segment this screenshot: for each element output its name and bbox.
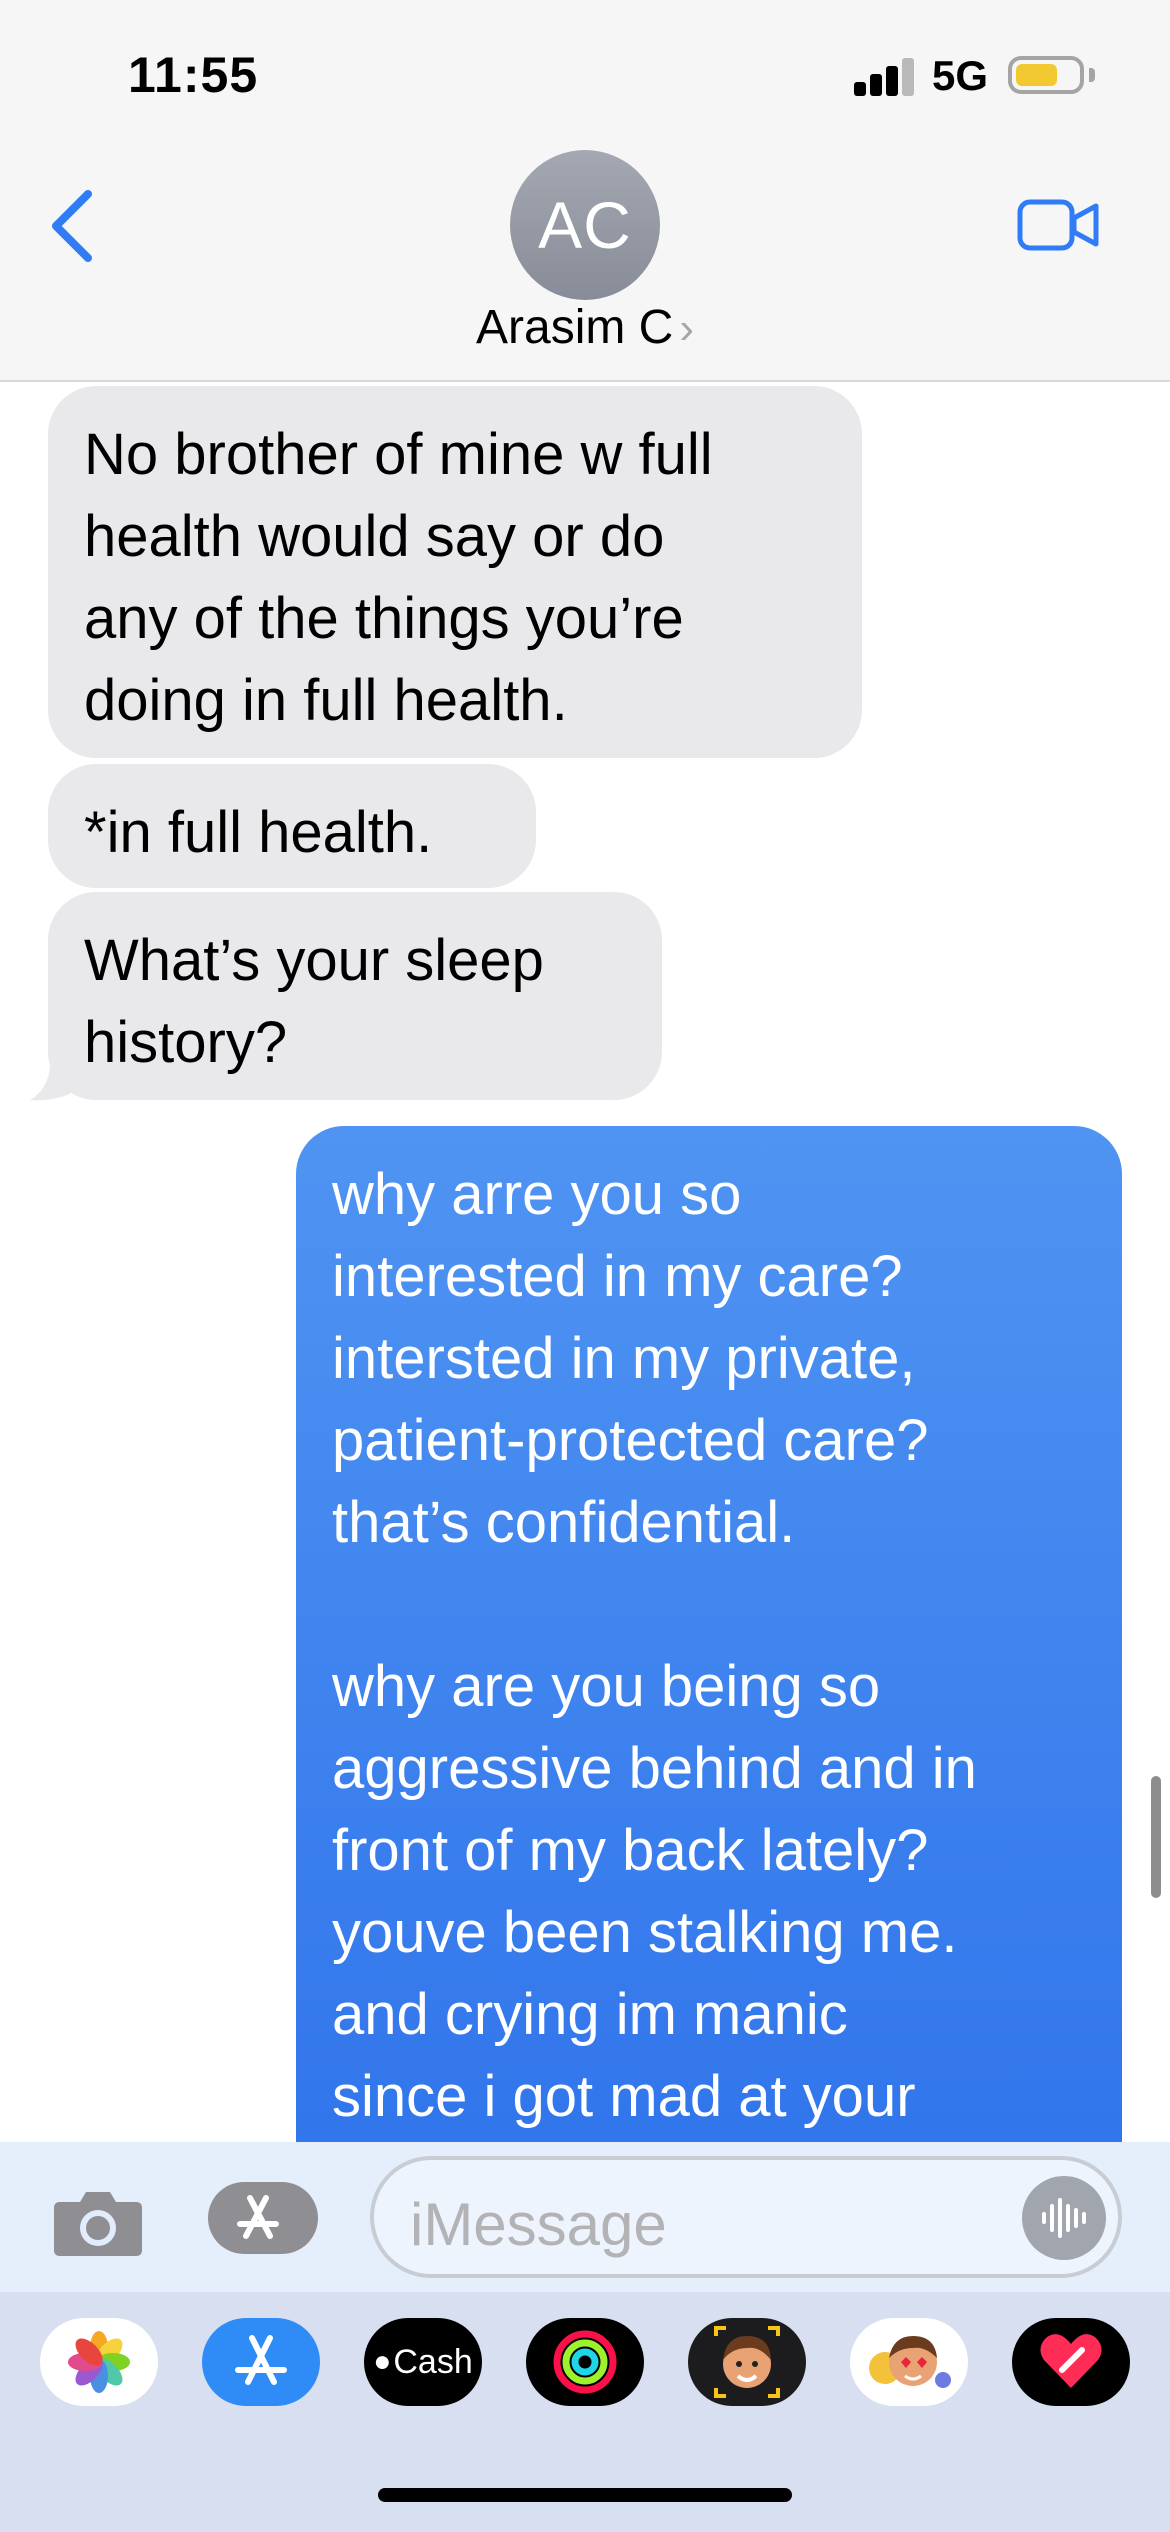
- message-input[interactable]: iMessage: [370, 2156, 1122, 2278]
- incoming-message-bubble[interactable]: What’s your sleep history?: [48, 892, 662, 1100]
- incoming-message-bubble[interactable]: *in full health.: [48, 764, 536, 888]
- conversation-header: 11:55 5G AC Arasim C ›: [0, 0, 1170, 382]
- outgoing-message-bubble[interactable]: why arre you so interested in my care? i…: [296, 1126, 1122, 2142]
- activity-rings-icon: [553, 2330, 617, 2394]
- app-store-icon: [237, 2194, 309, 2242]
- status-time: 11:55: [128, 47, 259, 103]
- battery-level: [1016, 64, 1057, 86]
- memoji-face-icon: [714, 2326, 780, 2398]
- battery-tip: [1089, 68, 1095, 82]
- camera-icon: [54, 2192, 142, 2256]
- photos-flower-icon: [68, 2331, 130, 2393]
- message-input-placeholder: iMessage: [410, 2191, 667, 2258]
- apple-cash-app-icon[interactable]: ● Cash: [364, 2318, 482, 2406]
- home-indicator[interactable]: [378, 2488, 792, 2502]
- chevron-left-icon: [52, 190, 92, 262]
- facetime-video-button[interactable]: [1016, 198, 1100, 252]
- apps-button[interactable]: [208, 2182, 318, 2254]
- app-store-a-icon: [235, 2335, 287, 2385]
- incoming-bubble-tail: [30, 1066, 70, 1101]
- scrollbar[interactable]: [1151, 1776, 1161, 1898]
- memoji-app-icon[interactable]: [688, 2318, 806, 2406]
- cellular-signal-icon: [854, 58, 916, 96]
- digital-touch-app-icon[interactable]: [1012, 2318, 1130, 2406]
- contact-avatar[interactable]: AC: [510, 150, 660, 300]
- apple-logo-icon: ●: [373, 2345, 392, 2378]
- waveform-icon: [1042, 2198, 1086, 2238]
- photos-app-icon[interactable]: [40, 2318, 158, 2406]
- audio-message-button[interactable]: [1022, 2176, 1106, 2260]
- heart-icon: [1040, 2334, 1102, 2388]
- battery-icon: [1008, 56, 1084, 94]
- memoji-stickers-app-icon[interactable]: [850, 2318, 968, 2406]
- network-type: 5G: [932, 52, 989, 99]
- contact-name: Arasim C: [476, 301, 674, 354]
- memoji-sticker-icon: [869, 2336, 951, 2388]
- contact-name-button[interactable]: Arasim C ›: [0, 300, 1170, 355]
- compose-bar: iMessage: [0, 2142, 1170, 2292]
- message-thread[interactable]: No brother of mine w full health would s…: [0, 382, 1170, 2142]
- video-camera-icon: [1017, 199, 1099, 251]
- camera-button[interactable]: [52, 2186, 144, 2258]
- chevron-right-icon: ›: [679, 304, 694, 353]
- incoming-message-bubble[interactable]: No brother of mine w full health would s…: [48, 386, 862, 758]
- app-store-app-icon[interactable]: [202, 2318, 320, 2406]
- apple-cash-label: Cash: [393, 2342, 473, 2381]
- fitness-activity-app-icon[interactable]: [526, 2318, 644, 2406]
- back-button[interactable]: [44, 188, 104, 264]
